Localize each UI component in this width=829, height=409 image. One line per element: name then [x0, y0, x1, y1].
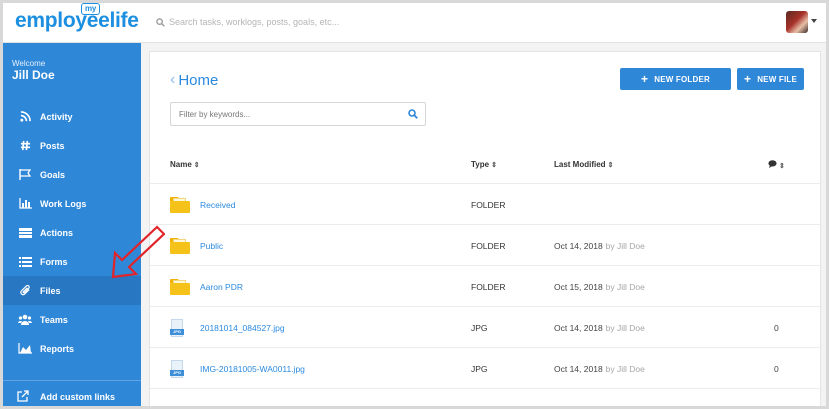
sidebar-item-label: Goals [40, 169, 66, 180]
logo-text: employeelife [15, 9, 139, 32]
last-modified: Oct 15, 2018 by Jill Doe [554, 281, 645, 292]
page-title: ‹ Home [170, 71, 218, 89]
last-modified: Oct 14, 2018 by Jill Doe [554, 240, 645, 251]
column-modified[interactable]: Last Modified ⇕ [554, 160, 613, 169]
annotation-arrow-icon [111, 225, 165, 279]
users-icon [17, 314, 33, 326]
last-modified [554, 184, 557, 225]
sidebar-item-posts[interactable]: Posts [3, 131, 141, 160]
user-name: Jill Doe [12, 68, 55, 82]
filter-placeholder: Filter by keywords... [179, 109, 251, 119]
table-row[interactable]: JPG IMG-20181005-WA0011.jpg JPG Oct 14, … [150, 347, 822, 388]
table-row[interactable]: Public FOLDER Oct 14, 2018 by Jill Doe [150, 224, 822, 265]
rss-icon [17, 111, 33, 123]
sidebar-item-label: Teams [40, 314, 68, 325]
table-row[interactable]: JPG 20181014_084527.jpg JPG Oct 14, 2018… [150, 306, 822, 347]
file-name-link[interactable]: Aaron PDR [200, 266, 243, 307]
column-comments[interactable]: ⇕ [768, 160, 785, 170]
file-type: JPG [471, 363, 488, 374]
column-type[interactable]: Type ⇕ [471, 160, 497, 169]
sidebar-item-label: Files [40, 285, 61, 296]
sort-icon: ⇕ [779, 163, 785, 170]
new-folder-label: NEW FOLDER [654, 74, 710, 84]
breadcrumb-home[interactable]: Home [178, 72, 218, 89]
sidebar-item-label: Reports [40, 343, 75, 354]
comment-count: 0 [774, 322, 779, 333]
logo-badge: my [81, 3, 100, 15]
sidebar-item-reports[interactable]: Reports [3, 334, 141, 363]
file-type: FOLDER [471, 281, 506, 292]
table-row[interactable]: Aaron PDR FOLDER Oct 15, 2018 by Jill Doe [150, 265, 822, 306]
sidebar-item-label: Posts [40, 140, 65, 151]
file-type: FOLDER [471, 240, 506, 251]
file-name-link[interactable]: 20181014_084527.jpg [200, 307, 285, 348]
list-icon [17, 256, 33, 268]
external-link-icon [17, 389, 33, 404]
new-folder-button[interactable]: + NEW FOLDER [620, 68, 731, 90]
search-icon [156, 17, 165, 27]
table-row[interactable]: Received FOLDER [150, 183, 822, 224]
app-window: employeelife my Search tasks, worklogs, … [0, 0, 829, 409]
list-box-icon [17, 227, 33, 239]
sidebar-item-work-logs[interactable]: Work Logs [3, 189, 141, 218]
back-chevron-icon[interactable]: ‹ [170, 71, 175, 89]
sidebar-item-goals[interactable]: Goals [3, 160, 141, 189]
sidebar-item-label: Forms [40, 256, 68, 267]
comment-icon [768, 160, 777, 168]
column-name-label: Name [170, 160, 192, 169]
folder-icon [170, 278, 190, 295]
plus-icon: + [641, 72, 649, 86]
new-file-label: NEW FILE [757, 74, 798, 84]
sidebar-item-label: Work Logs [40, 198, 87, 209]
column-modified-label: Last Modified [554, 160, 606, 169]
custom-links-label: Add custom links [40, 391, 116, 402]
paperclip-icon [17, 285, 33, 297]
sidebar-item-teams[interactable]: Teams [3, 305, 141, 334]
search-icon[interactable] [408, 109, 418, 119]
plus-icon: + [743, 72, 752, 86]
area-chart-icon [17, 343, 33, 355]
jpg-file-icon: JPG [170, 318, 184, 337]
app-logo[interactable]: employeelife my [15, 3, 139, 39]
folder-icon [170, 237, 190, 254]
sidebar-item-label: Actions [40, 227, 74, 238]
new-file-button[interactable]: + NEW FILE [737, 68, 804, 90]
comment-count: 0 [774, 363, 779, 374]
file-type: JPG [471, 322, 488, 333]
column-type-label: Type [471, 160, 490, 169]
sidebar-item-activity[interactable]: Activity [3, 102, 141, 131]
bar-chart-icon [17, 198, 33, 210]
file-name-link[interactable]: Received [200, 184, 235, 225]
folder-icon [170, 196, 190, 213]
column-name[interactable]: Name ⇕ [170, 160, 200, 169]
hashtag-icon [17, 140, 33, 152]
filter-input[interactable]: Filter by keywords... [170, 102, 426, 126]
jpg-file-icon: JPG [170, 359, 184, 378]
sort-icon: ⇕ [491, 162, 497, 169]
file-type: FOLDER [471, 199, 506, 210]
welcome-label: Welcome [12, 59, 46, 68]
sort-icon: ⇕ [607, 162, 614, 169]
flag-icon [17, 169, 33, 181]
last-modified: Oct 14, 2018 by Jill Doe [554, 363, 645, 374]
file-name-link[interactable]: Public [200, 225, 223, 266]
caret-down-icon[interactable] [811, 19, 817, 23]
add-custom-links[interactable]: Add custom links [3, 380, 141, 406]
top-bar: employeelife my Search tasks, worklogs, … [3, 3, 826, 43]
avatar[interactable] [786, 11, 808, 33]
sidebar-item-files[interactable]: Files [3, 276, 141, 305]
global-search[interactable]: Search tasks, worklogs, posts, goals, et… [156, 17, 339, 27]
file-table: Received FOLDER Public FOLDER Oct 14, 20… [150, 183, 822, 406]
sidebar-item-label: Activity [40, 111, 73, 122]
sort-icon: ⇕ [193, 162, 200, 169]
file-name-link[interactable]: IMG-20181005-WA0011.jpg [200, 348, 305, 389]
files-panel: ‹ Home + NEW FOLDER + NEW FILE Filter by… [149, 51, 822, 406]
search-placeholder: Search tasks, worklogs, posts, goals, et… [169, 17, 340, 27]
table-row[interactable] [150, 388, 822, 406]
last-modified: Oct 14, 2018 by Jill Doe [554, 322, 645, 333]
